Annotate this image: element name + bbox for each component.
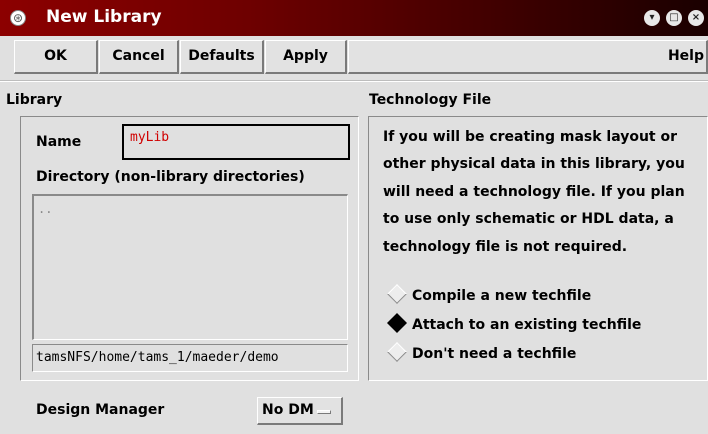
name-input[interactable]: myLib [122, 124, 350, 160]
close-icon[interactable]: × [688, 10, 704, 26]
description-line: will need a technology file. If you plan [383, 183, 685, 200]
ok-button[interactable]: OK [14, 40, 98, 74]
minimize-icon[interactable]: ▾ [644, 10, 660, 26]
design-manager-value: No DM [262, 402, 314, 418]
window-title: New Library [46, 7, 162, 27]
description-line: If you will be creating mask layout or [383, 129, 678, 145]
description-line: to use only schematic or HDL data, a [383, 211, 674, 228]
directory-label: Directory (non-library directories) [36, 169, 305, 185]
app-menu-icon[interactable]: ⊛ [10, 10, 26, 26]
technology-header: Technology File [369, 92, 492, 108]
radio-label: Attach to an existing techfile [412, 317, 642, 333]
description-line: technology file is not required. [383, 238, 628, 255]
help-button[interactable]: Help [348, 40, 708, 74]
library-header: Library [6, 92, 63, 108]
radio-label: Compile a new techfile [412, 288, 592, 304]
option-menu-indicator-icon [317, 410, 331, 414]
radio-off-icon[interactable] [387, 284, 407, 304]
radio-label: Don't need a techfile [412, 346, 577, 362]
toolbar-divider [0, 80, 708, 82]
radio-on-icon[interactable] [387, 313, 407, 333]
defaults-button[interactable]: Defaults [180, 40, 264, 74]
maximize-icon[interactable]: □ [666, 10, 682, 26]
technology-description: If you will be creating mask layout or o… [383, 124, 703, 261]
radio-attach-techfile[interactable]: Attach to an existing techfile [386, 313, 642, 336]
cancel-button[interactable]: Cancel [99, 40, 179, 74]
radio-compile-techfile[interactable]: Compile a new techfile [386, 284, 592, 307]
name-label: Name [36, 134, 82, 150]
radio-off-icon[interactable] [387, 342, 407, 362]
directory-list-item[interactable]: .. [38, 202, 347, 216]
directory-path-input[interactable]: tamsNFS/home/tams_1/maeder/demo [32, 344, 348, 372]
apply-button[interactable]: Apply [265, 40, 347, 74]
description-line: other physical data in this library, you [383, 156, 685, 173]
radio-no-techfile[interactable]: Don't need a techfile [386, 342, 577, 365]
design-manager-label: Design Manager [36, 402, 165, 418]
directory-list[interactable]: .. [32, 194, 348, 340]
